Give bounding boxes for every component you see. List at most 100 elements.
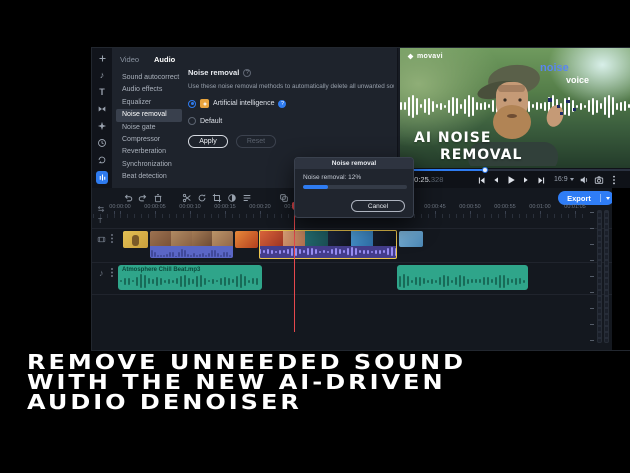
noise-pixel — [557, 105, 560, 108]
noise-removal-dialog: Noise removal Noise removal: 12% Cancel — [294, 157, 414, 218]
cancel-button[interactable]: Cancel — [351, 200, 405, 212]
go-to-end-icon[interactable] — [536, 175, 546, 185]
more-options-icon[interactable] — [609, 175, 619, 185]
slowmo-icon[interactable] — [96, 137, 108, 149]
titles-track-icon[interactable]: T — [98, 218, 102, 225]
reset-button[interactable]: Reset — [236, 135, 276, 148]
movavi-app-window: ♪ T Video Audio Sound autoco — [92, 48, 630, 350]
ruler-time-label: 00:01:00 — [529, 204, 550, 210]
ruler-time-label: 00:00:10 — [179, 204, 200, 210]
audio-level-meter — [590, 204, 612, 350]
video-clip-1[interactable] — [123, 231, 148, 248]
meter-bar-left — [597, 210, 602, 343]
tab-audio[interactable]: Audio — [154, 55, 175, 64]
split-icon[interactable] — [181, 192, 192, 203]
noise-pixel — [560, 112, 563, 115]
video-track-icon — [97, 235, 106, 246]
loop-icon[interactable] — [96, 154, 108, 166]
option-default[interactable]: Default — [188, 117, 394, 125]
play-icon[interactable] — [506, 175, 516, 185]
movavi-diamond-icon — [407, 53, 414, 60]
audio-menu-item[interactable]: Beat detection — [116, 171, 182, 183]
clip-thumbnail — [132, 235, 139, 246]
noise-caption: noise — [540, 62, 569, 74]
video-clip-2[interactable] — [150, 231, 233, 258]
track-controls-icon[interactable] — [97, 205, 105, 215]
transitions-icon[interactable] — [96, 103, 108, 115]
audio-clip-2[interactable] — [397, 265, 528, 290]
audio-menu-item[interactable]: Noise gate — [116, 122, 182, 134]
panel-title: Noise removal — [188, 68, 239, 77]
audio-menu-item[interactable]: Reverberation — [116, 146, 182, 158]
next-frame-icon[interactable] — [521, 175, 531, 185]
audio-icon[interactable]: ♪ — [96, 69, 108, 81]
option-artificial-intelligence[interactable]: Artificial intelligence ? — [188, 99, 394, 108]
aspect-caret-icon — [570, 178, 574, 181]
delete-icon[interactable] — [152, 192, 163, 203]
audio-menu-item[interactable]: Sound autocorrect — [116, 72, 182, 84]
help-icon[interactable]: ? — [243, 69, 251, 77]
video-clip-3[interactable] — [235, 231, 258, 248]
redo-icon[interactable] — [137, 192, 148, 203]
previous-frame-icon[interactable] — [491, 175, 501, 185]
volume-icon[interactable] — [579, 175, 589, 185]
clip-audio-waveform — [260, 246, 396, 257]
radio-selected-icon[interactable] — [188, 100, 196, 108]
audio-menu-item[interactable]: Audio effects — [116, 84, 182, 96]
video-track-menu-icon[interactable] — [111, 234, 113, 236]
noise-pixel — [548, 98, 552, 102]
go-to-start-icon[interactable] — [476, 175, 486, 185]
linked-audio-strip — [151, 247, 232, 257]
effects-icon[interactable] — [96, 120, 108, 132]
noise-pixel — [573, 108, 576, 111]
clip-thumbnail — [351, 231, 374, 246]
audio-clip-1[interactable]: Atmosphere Chill Beat.mp3 — [118, 265, 262, 290]
progress-fill — [303, 185, 328, 189]
clip-thumbnail — [192, 231, 213, 246]
export-button[interactable]: Export — [558, 191, 614, 205]
undo-icon[interactable] — [122, 192, 133, 203]
audio-menu-item[interactable]: Synchronization — [116, 159, 182, 171]
audio-tools-menu: Sound autocorrectAudio effectsEqualizerN… — [116, 72, 182, 184]
noise-pixel — [566, 100, 570, 103]
ruler-time-label: 00:00:45 — [424, 204, 445, 210]
seekbar-handle[interactable] — [482, 167, 488, 173]
dialog-status-text: Noise removal: 12% — [303, 174, 361, 181]
current-time: 00:25.328 — [410, 175, 443, 184]
preview-video[interactable]: movavi noise voice AI NOISE — [400, 48, 630, 168]
ruler-time-label: 00:00:20 — [249, 204, 270, 210]
movavi-logo: movavi — [407, 53, 443, 60]
apply-button[interactable]: Apply — [188, 135, 228, 148]
clip-thumbnail — [328, 231, 351, 246]
headline-line1: REMOVE UNNEEDED SOUND — [27, 352, 466, 372]
radio-unselected-icon[interactable] — [188, 117, 196, 125]
video-clip-4-selected[interactable] — [259, 230, 397, 259]
audio-menu-item[interactable]: Compressor — [116, 134, 182, 146]
audio-menu-item[interactable]: Noise removal — [116, 109, 182, 121]
ai-help-icon[interactable]: ? — [278, 100, 286, 108]
clip-thumbnail — [373, 231, 396, 246]
ai-badge-icon — [200, 99, 209, 108]
aspect-ratio-select[interactable]: 16:9 — [554, 176, 574, 183]
audio-menu-item[interactable]: Equalizer — [116, 97, 182, 109]
video-clip-5[interactable] — [399, 231, 423, 247]
noise-removal-panel: Noise removal ? Use these noise removal … — [188, 68, 394, 148]
dialog-titlebar[interactable]: Noise removal — [295, 158, 413, 169]
audio-track-icon: ♪ — [99, 269, 104, 278]
color-adjustments-icon[interactable] — [226, 192, 237, 203]
snapshot-icon[interactable] — [594, 175, 604, 185]
ruler-time-label: 00:00:15 — [214, 204, 235, 210]
ruler-time-label: 00:00:55 — [494, 204, 515, 210]
sidebar-toolbar: ♪ T — [92, 48, 112, 188]
tab-video[interactable]: Video — [120, 55, 139, 64]
titles-icon[interactable]: T — [96, 86, 108, 98]
dialog-title: Noise removal — [332, 160, 376, 167]
import-media-icon[interactable] — [96, 52, 108, 64]
copy-icon[interactable] — [278, 192, 289, 203]
audio-tools-icon[interactable] — [96, 171, 108, 184]
crop-icon[interactable] — [211, 192, 222, 203]
clip-properties-icon[interactable] — [241, 192, 252, 203]
rotate-icon[interactable] — [196, 192, 207, 203]
audio-track-menu-icon[interactable] — [111, 268, 113, 270]
meter-bar-right — [604, 210, 609, 343]
